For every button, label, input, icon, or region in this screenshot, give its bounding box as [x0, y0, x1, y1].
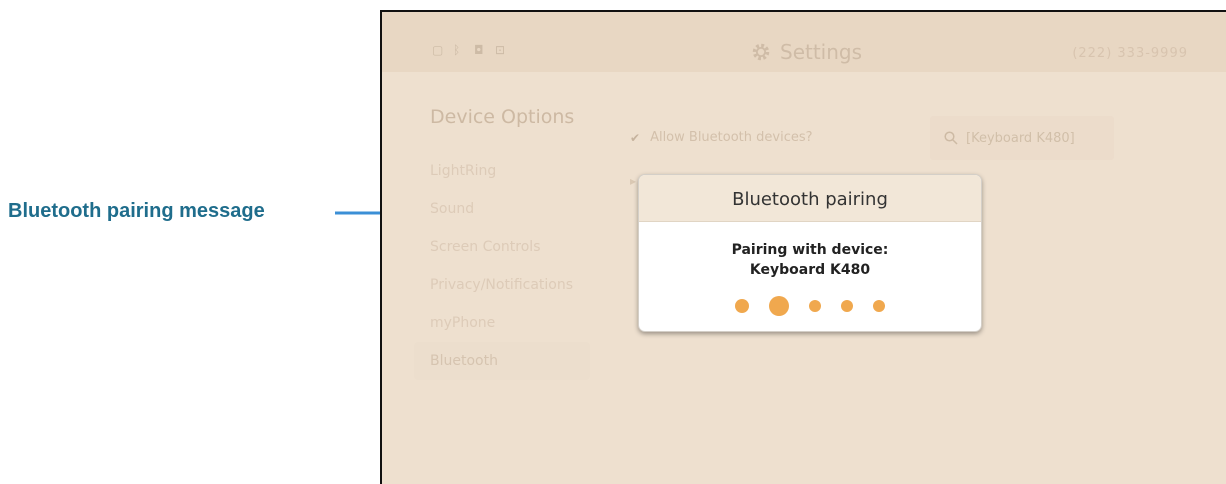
settings-title: Settings [750, 40, 862, 64]
status-icons: ▢ ᛒ ◘ ⊡ [432, 44, 507, 56]
top-bar: ▢ ᛒ ◘ ⊡ Settings (222) 333-9999 [382, 12, 1226, 72]
sidebar-item-label: Privacy/Notifications [430, 277, 574, 293]
page-title: Settings [780, 40, 863, 64]
gear-icon [752, 43, 770, 61]
progress-dot [809, 300, 821, 312]
progress-dot [769, 296, 789, 316]
device-search-field[interactable]: [Keyboard K480] [930, 116, 1114, 160]
dialog-body: Pairing with device: Keyboard K480 [639, 222, 981, 316]
chevron-icon: ▸ [630, 174, 637, 188]
progress-dot [735, 299, 749, 313]
bluetooth-icon: ᛒ [453, 43, 461, 57]
sidebar-item-privacy[interactable]: Privacy/Notifications [414, 266, 604, 304]
sidebar-item-sound[interactable]: Sound [414, 190, 604, 228]
sidebar-item-label: LightRing [430, 163, 497, 179]
search-value: [Keyboard K480] [966, 130, 1075, 146]
sidebar-item-screen-controls[interactable]: Screen Controls [414, 228, 604, 266]
sidebar-item-label: Sound [430, 201, 475, 217]
lock-icon: ⊡ [495, 43, 506, 57]
phone-number: (222) 333-9999 [1072, 46, 1188, 61]
progress-dot [841, 300, 853, 312]
bluetooth-pairing-dialog: Bluetooth pairing Pairing with device: K… [638, 174, 982, 332]
sidebar-item-label: Screen Controls [430, 239, 541, 255]
allow-bluetooth-option[interactable]: ✔ Allow Bluetooth devices? [630, 130, 813, 145]
sidebar-item-bluetooth[interactable]: Bluetooth [414, 342, 590, 380]
progress-dots [639, 296, 981, 316]
sidebar-item-label: myPhone [430, 315, 496, 331]
camera-icon: ◘ [474, 43, 484, 57]
sidebar: Device Options LightRing Sound Screen Co… [414, 106, 604, 380]
progress-dot [873, 300, 885, 312]
screen-icon: ▢ [432, 43, 444, 57]
sidebar-heading: Device Options [430, 106, 575, 128]
callout-label: Bluetooth pairing message [8, 200, 265, 222]
sidebar-item-label: Bluetooth [430, 353, 498, 369]
device-name-text: Keyboard K480 [749, 262, 871, 278]
sidebar-item-myphone[interactable]: myPhone [414, 304, 604, 342]
device-screen: ▢ ᛒ ◘ ⊡ Settings (222) 333-9999 Device O… [380, 10, 1226, 484]
dialog-title: Bluetooth pairing [639, 175, 981, 222]
sidebar-item-lightring[interactable]: LightRing [414, 152, 604, 190]
allow-bluetooth-label: Allow Bluetooth devices? [650, 130, 813, 145]
checkmark-icon: ✔ [630, 130, 641, 145]
search-icon [944, 131, 958, 145]
pairing-status-text: Pairing with device: [731, 242, 889, 258]
